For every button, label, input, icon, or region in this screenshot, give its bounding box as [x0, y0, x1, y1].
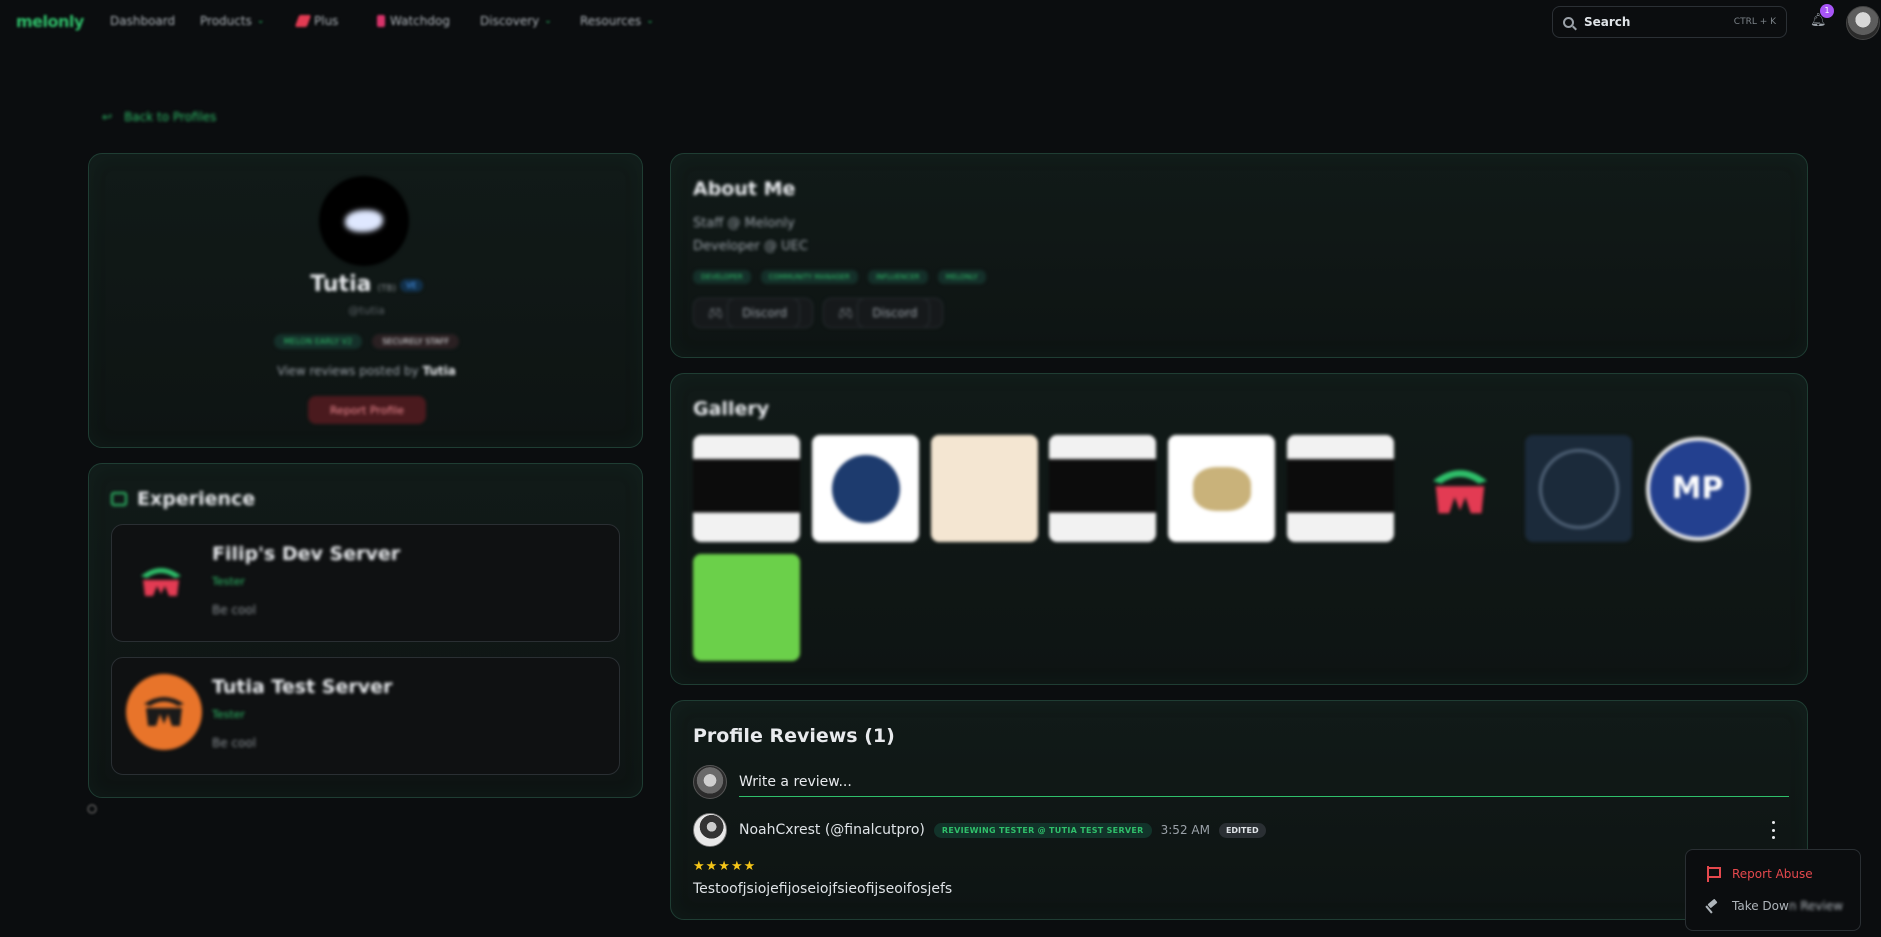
melonly-logo[interactable]: melonly [16, 12, 84, 31]
back-to-profiles-link[interactable]: ↩ Back to Profiles [102, 110, 216, 124]
gallery-image[interactable] [1168, 435, 1275, 542]
gallery-card: Gallery MP [670, 373, 1808, 685]
nav-watchdog[interactable]: Watchdog [377, 14, 450, 28]
gallery-title: Gallery [693, 398, 770, 420]
experience-name: Tutia Test Server [212, 676, 393, 698]
about-tag: COMMUNITY MANAGER [760, 270, 858, 284]
review-stars: ★★★★★ [693, 859, 757, 874]
profile-badge: MELON EARLY V2 [273, 334, 363, 349]
write-review-input[interactable] [739, 767, 1789, 797]
edited-badge: EDITED [1218, 822, 1266, 838]
review-author[interactable]: NoahCxrest (@finalcutpro) [739, 822, 925, 838]
experience-item[interactable]: Filip's Dev Server Tester Be cool [111, 524, 620, 642]
gallery-image[interactable] [1049, 435, 1156, 542]
discord-link[interactable]: 🎮︎ Discord [693, 298, 814, 328]
watchdog-icon [377, 15, 385, 27]
notification-count-badge: 1 [1820, 4, 1834, 18]
plus-icon [294, 15, 312, 27]
top-nav: melonly Dashboard Products ⌄ Plus Watchdo… [0, 0, 1881, 44]
experience-card: Experience Filip's Dev Server Tester Be … [88, 463, 643, 798]
server-logo [126, 547, 196, 617]
briefcase-icon [111, 492, 127, 506]
search-bar[interactable]: Search CTRL + K [1552, 6, 1787, 38]
social-links: 🎮︎ Discord 🎮︎ Discord [693, 298, 944, 328]
more-options-icon[interactable] [1768, 819, 1778, 841]
verified-badge: VE [400, 278, 423, 292]
gavel-icon [1706, 899, 1720, 913]
gallery-image[interactable] [693, 435, 800, 542]
about-tag: INFLUENCER [867, 270, 928, 284]
nav-dashboard[interactable]: Dashboard [110, 14, 175, 28]
search-label: Search [1584, 15, 1631, 29]
report-profile-button[interactable]: Report Profile [308, 396, 426, 424]
search-icon [1563, 16, 1574, 28]
gallery-image[interactable] [812, 435, 919, 542]
scroll-indicator [87, 804, 97, 814]
experience-desc: Be cool [212, 603, 257, 617]
experience-desc: Be cool [212, 736, 257, 750]
profile-name-row: Tutia (TB) VE [89, 272, 644, 297]
profile-tag: (TB) [377, 284, 397, 294]
about-line: Developer @ UEC [693, 239, 808, 254]
review-time: 3:52 AM [1160, 823, 1210, 837]
chevron-down-icon: ⌄ [256, 16, 265, 26]
about-tag: DEVELOPER [693, 270, 751, 284]
user-avatar[interactable] [1846, 6, 1880, 40]
review-context-menu: Report Abuse Take Down Review [1685, 849, 1861, 931]
about-card: About Me Staff @ Melonly Developer @ UEC… [670, 153, 1808, 358]
gallery-image[interactable]: MP [1644, 435, 1751, 542]
profile-badge: SECURELY STAFF [372, 334, 460, 349]
experience-title: Experience [111, 488, 255, 510]
profile-handle: @tutia [348, 304, 385, 317]
reviews-title: Profile Reviews (1) [693, 725, 895, 747]
nav-products[interactable]: Products ⌄ [200, 14, 264, 28]
experience-name: Filip's Dev Server [212, 543, 401, 565]
review-author-avatar[interactable] [693, 813, 727, 847]
profile-card: Tutia (TB) VE @tutia MELON EARLY V2 SECURE… [88, 153, 643, 448]
experience-item[interactable]: Tutia Test Server Tester Be cool [111, 657, 620, 775]
server-logo [126, 674, 202, 750]
experience-role: Tester [212, 708, 245, 721]
about-line: Staff @ Melonly [693, 216, 795, 231]
gallery-image[interactable] [931, 435, 1038, 542]
review-context-badge: REVIEWING TESTER @ TUTIA TEST SERVER [933, 822, 1152, 838]
nav-plus[interactable]: Plus [294, 14, 338, 28]
profile-avatar [319, 176, 409, 266]
gallery-image[interactable] [1525, 435, 1632, 542]
review-text: Testoofjsiojefijoseiojfsieofijseoifosjef… [693, 881, 953, 897]
profile-badges: MELON EARLY V2 SECURELY STAFF [89, 334, 644, 349]
discord-link[interactable]: 🎮︎ Discord [823, 298, 944, 328]
view-reviews-link[interactable]: View reviews posted by Tutia [89, 364, 644, 378]
chevron-down-icon: ⌄ [544, 16, 552, 26]
gallery-image[interactable] [1287, 435, 1394, 542]
take-down-review-menu-item[interactable]: Take Down Review [1706, 899, 1843, 913]
profile-name: Tutia [310, 272, 372, 297]
flag-icon [1706, 866, 1721, 882]
gallery-image[interactable] [1406, 435, 1513, 542]
search-shortcut: CTRL + K [1733, 17, 1776, 27]
about-tags: DEVELOPER COMMUNITY MANAGER INFLUENCER M… [693, 270, 986, 284]
gallery-image[interactable] [693, 554, 800, 661]
current-user-avatar [693, 765, 727, 799]
nav-discovery[interactable]: Discovery ⌄ [480, 14, 552, 28]
about-title: About Me [693, 178, 796, 200]
experience-role: Tester [212, 575, 245, 588]
chevron-down-icon: ⌄ [646, 16, 654, 26]
back-arrow-icon: ↩ [102, 110, 113, 124]
report-abuse-menu-item[interactable]: Report Abuse [1706, 866, 1813, 882]
reviews-card: Profile Reviews (1) NoahCxrest (@finalcu… [670, 700, 1808, 920]
nav-resources[interactable]: Resources ⌄ [580, 14, 654, 28]
about-tag: MELONLY [937, 270, 986, 284]
review-header: NoahCxrest (@finalcutpro) REVIEWING TEST… [739, 822, 1266, 838]
